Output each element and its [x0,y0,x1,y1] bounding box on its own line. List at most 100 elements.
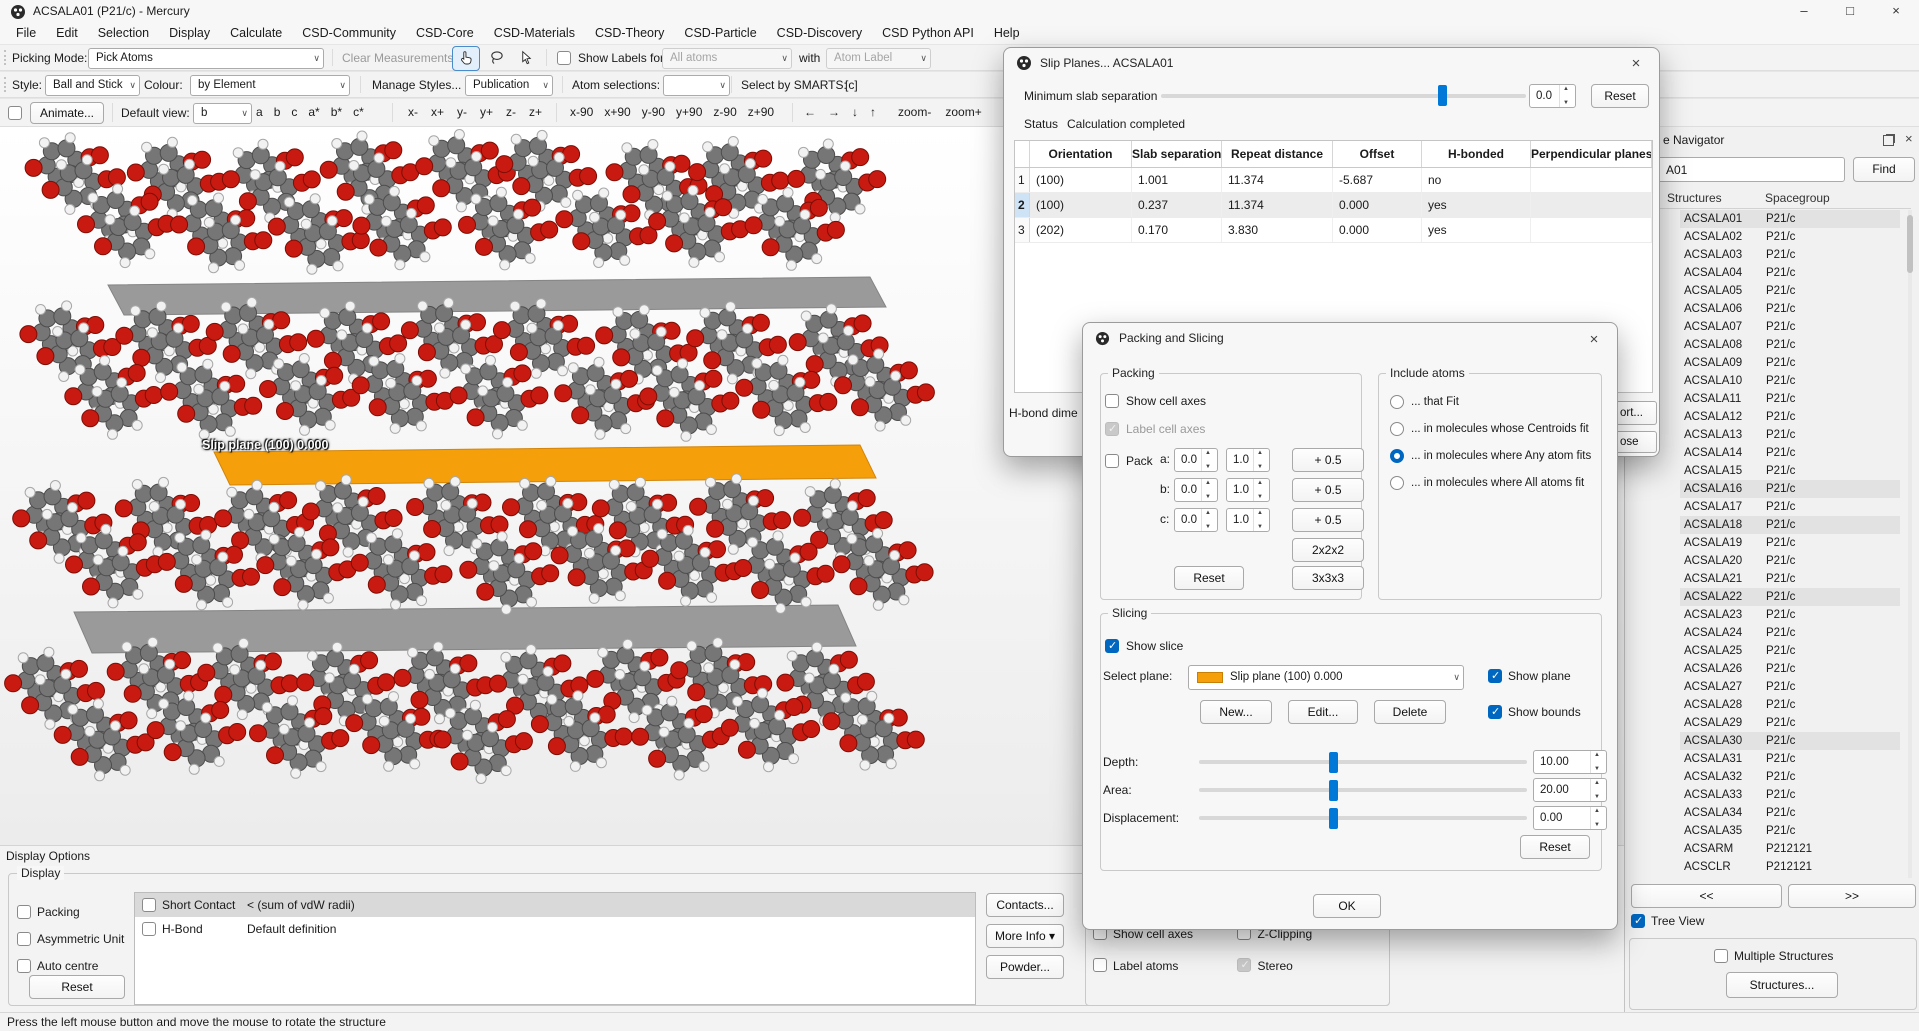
smarts-value[interactable]: [c] [845,78,858,92]
slider-handle[interactable] [1329,752,1338,773]
rotate-button[interactable]: x+ [431,105,444,119]
show-slice-checkbox[interactable] [1105,639,1119,653]
find-button[interactable]: Find [1853,157,1915,182]
slider-spinbox[interactable]: 10.00 [1533,750,1607,774]
delete-plane-button[interactable]: Delete [1374,700,1446,724]
include-option[interactable]: ... in molecules where All atoms fit [1387,471,1597,498]
rotate-90-button[interactable]: y-90 [642,105,665,119]
manage-styles-button[interactable]: Manage Styles... [372,78,461,92]
structure-list-item[interactable]: ACSALA02 P21/c [1680,228,1900,246]
spinner-arrows-icon[interactable] [1590,751,1606,773]
structure-list-item[interactable]: ACSALA29 P21/c [1680,714,1900,732]
multiple-structures-checkbox[interactable] [1714,949,1728,963]
min-slab-spinbox[interactable]: 0.0 [1529,84,1576,108]
structure-list-item[interactable]: ACSALA22 P21/c [1680,588,1900,606]
rotate-button[interactable]: z+ [529,105,542,119]
arrow-select-button[interactable] [512,46,540,71]
structure-list[interactable]: ACSALA01 P21/c ACSALA02 P21/c ACSALA03 P… [1680,210,1900,878]
rotate-button[interactable]: y- [457,105,467,119]
structure-list-item[interactable]: ACSALA27 P21/c [1680,678,1900,696]
col-orientation[interactable]: Orientation [1030,141,1132,167]
axis-to-spinbox[interactable]: 1.0 [1226,448,1270,472]
rotate-90-button[interactable]: z+90 [748,105,774,119]
contacts-button[interactable]: Contacts... [986,893,1064,917]
contacts-list[interactable]: Short Contact < (sum of vdW radii) H-Bon… [134,892,976,1005]
structure-list-item[interactable]: ACSALA35 P21/c [1680,822,1900,840]
include-option[interactable]: ... in molecules where Any atom fits [1387,444,1597,471]
contact-row[interactable]: H-Bond Default definition [135,917,975,941]
spinner-arrows-icon[interactable] [1201,479,1217,501]
col-perpendicular-planes[interactable]: Perpendicular planes [1531,141,1652,167]
menu-item[interactable]: CSD-Particle [674,23,766,44]
more-info-button[interactable]: More Info ▾ [986,924,1064,948]
col-slab-separation[interactable]: Slab separation [1132,141,1222,167]
structure-list-item[interactable]: ACSALA12 P21/c [1680,408,1900,426]
include-option-radio[interactable] [1390,476,1404,490]
list-scrollbar-track[interactable] [1908,210,1912,878]
col-repeat-distance[interactable]: Repeat distance [1222,141,1333,167]
menu-item[interactable]: Selection [88,23,159,44]
spinner-arrows-icon[interactable] [1201,449,1217,471]
style-select[interactable]: Ball and Stick∨ [45,75,140,96]
spinner-arrows-icon[interactable] [1253,509,1269,531]
structure-list-item[interactable]: ACSALA17 P21/c [1680,498,1900,516]
include-option-radio[interactable] [1390,449,1404,463]
axis-view-button[interactable]: a* [308,105,319,119]
structure-list-item[interactable]: ACSALA24 P21/c [1680,624,1900,642]
structure-list-item[interactable]: ACSALA09 P21/c [1680,354,1900,372]
menu-item[interactable]: File [6,23,46,44]
tree-view-checkbox[interactable] [1631,914,1645,928]
structure-list-item[interactable]: ACSCLR P212121 [1680,858,1900,876]
default-view-select[interactable]: b∨ [193,103,252,124]
axis-from-spinbox[interactable]: 0.0 [1174,448,1218,472]
slider-track[interactable] [1199,760,1527,764]
menu-item[interactable]: CSD-Theory [585,23,674,44]
column-structures[interactable]: Structures [1667,191,1722,205]
col-offset[interactable]: Offset [1333,141,1422,167]
structure-list-item[interactable]: ACSALA10 P21/c [1680,372,1900,390]
zoom-button[interactable]: zoom- [898,105,931,119]
lasso-select-button[interactable] [482,46,510,71]
menu-item[interactable]: CSD-Community [292,23,406,44]
min-slab-slider-handle[interactable] [1438,85,1447,106]
include-option-radio[interactable] [1390,395,1404,409]
rotate-button[interactable]: x- [408,105,418,119]
picking-mode-select[interactable]: Pick Atoms∨ [88,48,324,69]
slider-handle[interactable] [1329,808,1338,829]
pack-3x3x3-button[interactable]: 3x3x3 [1292,566,1364,590]
animate-checkbox[interactable] [8,106,22,120]
structure-list-item[interactable]: ACSALA31 P21/c [1680,750,1900,768]
dialog-close-icon[interactable]: × [1621,53,1651,75]
slider-track[interactable] [1199,788,1527,792]
show-cell-axes-checkbox[interactable] [1105,394,1119,408]
table-row[interactable]: 1 (100) 1.001 11.374 -5.687 no [1015,168,1652,193]
rotate-90-button[interactable]: z-90 [713,105,736,119]
auto-centre-checkbox[interactable] [17,959,31,973]
spinner-arrows-icon[interactable] [1201,509,1217,531]
plus-half-button[interactable]: + 0.5 [1292,508,1364,532]
include-option-radio[interactable] [1390,422,1404,436]
menu-item[interactable]: CSD-Core [406,23,484,44]
structure-list-item[interactable]: ACSALA34 P21/c [1680,804,1900,822]
show-labels-checkbox[interactable] [557,51,571,65]
rotate-90-button[interactable]: x+90 [604,105,630,119]
label-cell-axes-checkbox[interactable] [1105,422,1119,436]
column-spacegroup[interactable]: Spacegroup [1765,191,1830,205]
spinner-arrows-icon[interactable] [1590,807,1606,829]
structure-list-item[interactable]: ACSALA06 P21/c [1680,300,1900,318]
structure-list-item[interactable]: ACSALA26 P21/c [1680,660,1900,678]
style-preset-select[interactable]: Publication∨ [465,75,553,96]
translate-button[interactable]: ↓ [852,105,858,119]
spinner-arrows-icon[interactable] [1253,449,1269,471]
contact-row[interactable]: Short Contact < (sum of vdW radii) [135,893,975,917]
rotate-button[interactable]: y+ [480,105,493,119]
axis-from-spinbox[interactable]: 0.0 [1174,478,1218,502]
zoom-button[interactable]: zoom+ [945,105,981,119]
dialog-close-icon[interactable]: × [1579,329,1609,351]
structure-list-item[interactable]: ACSALA32 P21/c [1680,768,1900,786]
show-plane-checkbox[interactable] [1488,669,1502,683]
toolbar-grip[interactable] [4,77,6,92]
previous-structure-button[interactable]: << [1631,884,1782,908]
show-labels-target-select[interactable]: All atoms∨ [662,48,792,69]
structure-list-item[interactable]: ACSALA04 P21/c [1680,264,1900,282]
